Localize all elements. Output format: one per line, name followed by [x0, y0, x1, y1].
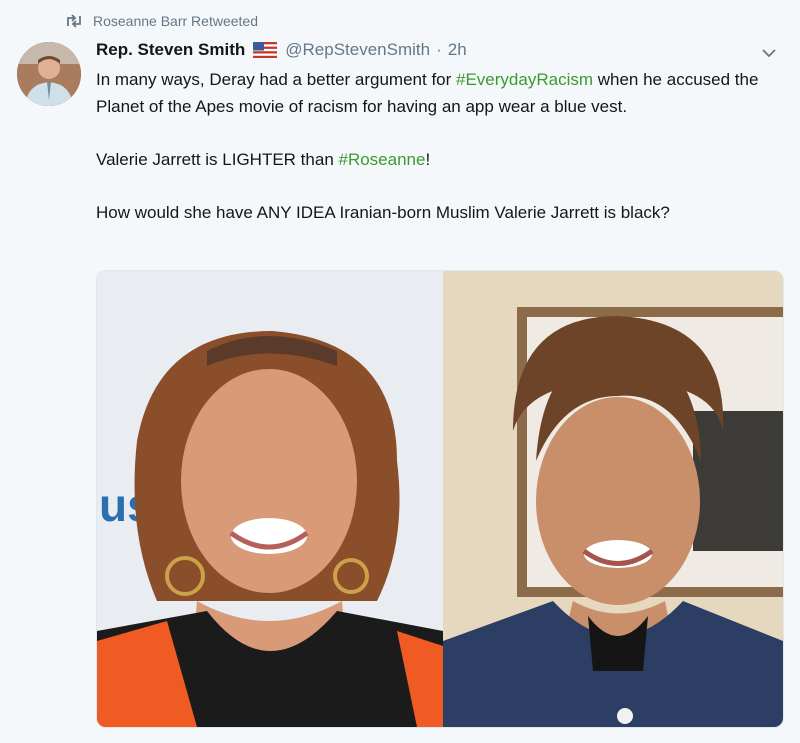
tweet-card[interactable]: Roseanne Barr Retweeted Rep. Steven Smit… [0, 0, 800, 743]
author-name[interactable]: Rep. Steven Smith [96, 40, 245, 60]
tweet-paragraph: In many ways, Deray had a better argumen… [96, 66, 776, 120]
retweet-icon [64, 13, 84, 29]
hashtag-link[interactable]: #EverydayRacism [456, 70, 593, 89]
author-handle[interactable]: @RepStevenSmith [285, 40, 430, 60]
tweet-text-segment: How would she have ANY IDEA Iranian-born… [96, 203, 670, 222]
hashtag-link[interactable]: #Roseanne [339, 150, 426, 169]
retweet-context: Roseanne Barr Retweeted [64, 13, 258, 29]
retweet-label[interactable]: Roseanne Barr Retweeted [93, 13, 258, 29]
header-separator: · [436, 40, 442, 59]
avatar[interactable] [17, 42, 81, 106]
tweet-header: Rep. Steven Smith @RepStevenSmith · 2h [96, 40, 740, 60]
tweet-paragraph: How would she have ANY IDEA Iranian-born… [96, 199, 776, 226]
tweet-text-segment: In many ways, Deray had a better argumen… [96, 70, 457, 89]
chevron-down-icon[interactable] [760, 44, 778, 62]
tweet-text-segment: Valerie Jarrett is LIGHTER than [96, 150, 339, 169]
tweet-paragraph: Valerie Jarrett is LIGHTER than #Roseann… [96, 146, 776, 173]
us-flag-icon [253, 42, 278, 58]
media-photo-right[interactable] [443, 271, 783, 727]
tweet-body: In many ways, Deray had a better argumen… [96, 66, 776, 252]
media-photo-left[interactable]: us [97, 271, 443, 727]
tweet-media[interactable]: us [96, 270, 784, 728]
tweet-text-segment: ! [425, 150, 431, 169]
tweet-timestamp[interactable]: 2h [448, 40, 467, 60]
